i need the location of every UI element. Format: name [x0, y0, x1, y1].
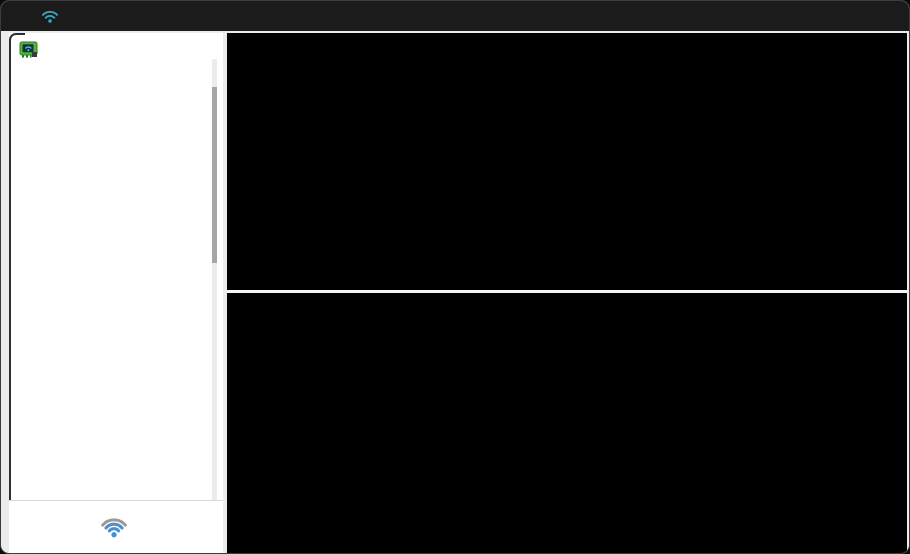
logo-wifi-icon — [101, 518, 127, 538]
network-adapter-icon — [19, 41, 38, 58]
history-chart — [227, 33, 907, 290]
list-scrollbar-thumb[interactable] — [212, 87, 217, 263]
app-footer — [9, 500, 223, 553]
sidebar — [9, 33, 223, 553]
app-window — [0, 0, 910, 554]
network-list — [9, 63, 215, 501]
window-controls — [771, 1, 909, 31]
adapter-row[interactable] — [13, 37, 48, 63]
spectrum-chart — [227, 293, 907, 553]
chart-panel — [227, 33, 907, 553]
app-logo — [100, 516, 132, 538]
close-button[interactable] — [863, 1, 909, 31]
maximize-button[interactable] — [817, 1, 863, 31]
app-wifi-icon — [42, 10, 58, 23]
minimize-button[interactable] — [771, 1, 817, 31]
list-scrollbar[interactable] — [212, 59, 217, 501]
title-bar[interactable] — [1, 1, 909, 31]
